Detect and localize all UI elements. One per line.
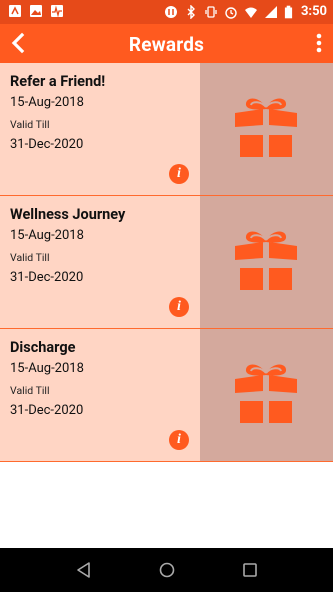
home-nav-icon[interactable]	[158, 561, 176, 579]
reward-icon-panel	[200, 63, 333, 195]
reward-title: Wellness Journey	[10, 206, 126, 223]
health-icon	[51, 5, 63, 18]
alarm-icon	[225, 6, 237, 19]
notification-icon	[9, 5, 21, 17]
back-nav-icon[interactable]	[75, 561, 93, 579]
reward-icon-panel	[200, 329, 333, 461]
sync-icon	[164, 5, 177, 18]
gift-icon	[235, 98, 297, 157]
reward-date: 15-Aug-2018	[10, 361, 84, 376]
clock-time: 3:50	[300, 4, 327, 19]
reward-title: Refer a Friend!	[10, 73, 106, 90]
reward-expiry: 31-Dec-2020	[10, 270, 84, 285]
battery-icon	[284, 5, 293, 18]
signal-icon	[264, 5, 277, 18]
reward-date: 15-Aug-2018	[10, 228, 84, 243]
info-icon[interactable]: i	[169, 297, 189, 317]
more-vertical-icon[interactable]	[315, 32, 323, 54]
valid-till-label: Valid Till	[10, 384, 50, 397]
page-title: Rewards	[128, 33, 205, 56]
bluetooth-icon	[187, 4, 195, 19]
wifi-icon	[244, 7, 257, 18]
valid-till-label: Valid Till	[10, 118, 50, 131]
reward-title: Discharge	[10, 339, 76, 356]
gallery-icon	[30, 5, 42, 17]
info-icon[interactable]: i	[169, 430, 189, 450]
system-nav-bar	[0, 548, 333, 592]
reward-card-refer-a-friend[interactable]: Refer a Friend! 15-Aug-2018 Valid Till 3…	[0, 63, 333, 196]
reward-card-discharge[interactable]: Discharge 15-Aug-2018 Valid Till 31-Dec-…	[0, 329, 333, 462]
status-bar: 3:50	[0, 0, 333, 24]
vibrate-icon	[205, 5, 217, 18]
recents-nav-icon[interactable]	[241, 561, 259, 579]
reward-expiry: 31-Dec-2020	[10, 137, 84, 152]
reward-icon-panel	[200, 196, 333, 328]
gift-icon	[235, 364, 297, 423]
info-icon[interactable]: i	[169, 164, 189, 184]
reward-card-wellness-journey[interactable]: Wellness Journey 15-Aug-2018 Valid Till …	[0, 196, 333, 329]
rewards-list: Refer a Friend! 15-Aug-2018 Valid Till 3…	[0, 63, 333, 462]
valid-till-label: Valid Till	[10, 251, 50, 264]
app-bar: Rewards	[0, 24, 333, 63]
reward-expiry: 31-Dec-2020	[10, 403, 84, 418]
reward-date: 15-Aug-2018	[10, 95, 84, 110]
gift-icon	[235, 231, 297, 290]
